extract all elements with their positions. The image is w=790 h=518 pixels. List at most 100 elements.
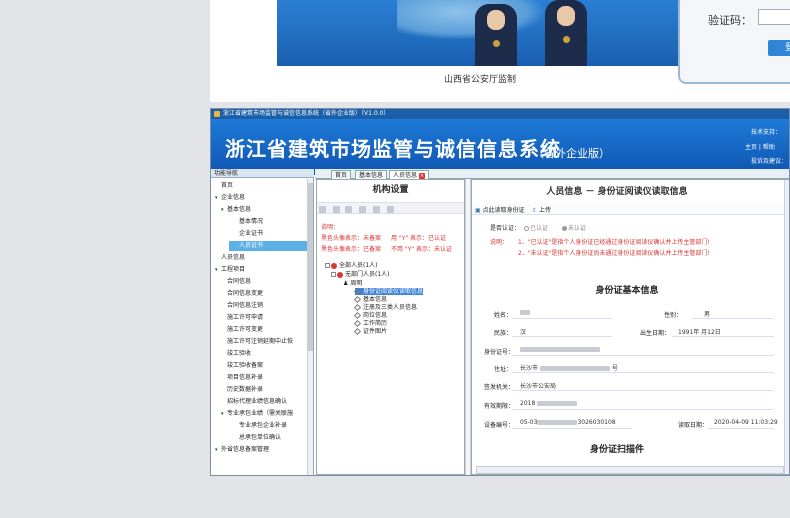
map-graphic	[397, 0, 547, 40]
header-links[interactable]: 主页 | 帮助	[745, 142, 775, 151]
node-icon	[353, 319, 362, 328]
supervisor-caption: 山西省公安厅监制	[443, 75, 516, 85]
radio-checked-icon	[562, 226, 567, 231]
nav-item[interactable]: 企业证书	[239, 229, 263, 239]
nav-panel: 功能导航 首页 ▾ 企业信息 ▾ 基本信息基本情况企业证书人员证书人员信息 ▾ 工程项目合同…	[211, 169, 314, 475]
read-id-card-button[interactable]: ▣ 点此读取身份证	[475, 205, 525, 214]
issuer-label: 签发机关：	[484, 384, 515, 391]
upload-button[interactable]: ⇧ 上传	[532, 205, 551, 214]
police-banner-image	[277, 0, 680, 66]
nav-item[interactable]: 竣工验收	[227, 349, 251, 359]
auth-label: 是否认证：	[490, 225, 521, 232]
move-down-icon[interactable]	[359, 206, 366, 213]
nav-item[interactable]: 合同信息注销	[227, 301, 263, 311]
refresh-icon[interactable]	[387, 206, 394, 213]
nav-item[interactable]: ▾ 基本信息	[221, 205, 251, 215]
tab-personnel-info[interactable]: 人员信息 ×	[389, 170, 430, 179]
legend-unfiled: 黑色头像表示：未备案	[321, 235, 382, 242]
captcha-input[interactable]	[758, 9, 790, 25]
legend-verified: 用 "Y" 表示：已认证	[391, 235, 446, 242]
info-toolbar: ▣ 点此读取身份证 ⇧ 上传	[472, 202, 789, 215]
nav-item[interactable]: 施工许可注销延期中止恢	[227, 337, 293, 347]
node-icon	[353, 287, 362, 296]
tree-node[interactable]: 无部门人员(1人)	[331, 271, 390, 278]
note-line: 2、"未认证"是指个人身份证尚未通过身份证阅读仪确认并上传主管部门!	[518, 250, 710, 257]
person-icon: ♟	[343, 280, 349, 287]
ethnic-label: 民族：	[494, 330, 513, 337]
nav-item[interactable]: ▾ 外省信息备案管理	[215, 445, 269, 455]
nav-item[interactable]: ▾ 专业承包业绩（需关联施	[221, 409, 293, 419]
nav-item[interactable]: 历史数据补录	[227, 385, 263, 395]
login-box: 验证码： 登	[678, 0, 790, 84]
legend-filed: 黑色头像表示：已备案	[321, 246, 382, 253]
auth-option-unverified[interactable]: 未认证	[562, 223, 586, 232]
read-time-label: 读取日期：	[678, 422, 709, 429]
add-icon[interactable]	[319, 206, 326, 213]
police-officer-image	[475, 4, 517, 66]
expand-toggle-icon[interactable]	[331, 272, 336, 277]
nav-item[interactable]: 人员证书	[229, 241, 307, 251]
captcha-label: 验证码：	[708, 14, 752, 27]
nav-item[interactable]: 首页	[221, 181, 233, 191]
name-value	[520, 309, 530, 316]
nav-item[interactable]: 施工许可变更	[227, 325, 263, 335]
tree-node[interactable]: ♟ 周明	[343, 280, 362, 287]
expand-toggle-icon[interactable]	[325, 263, 330, 268]
window-title: 浙江省建筑市场监管与诚信信息系统（省外企业版）（V1.0.0）	[223, 110, 390, 117]
tree-node[interactable]: 证件图片	[353, 327, 387, 336]
system-name: 浙江省建筑市场监管与诚信信息系统	[225, 137, 561, 161]
card-reader-icon: ▣	[475, 207, 481, 214]
nav-item[interactable]: 项目信息补录	[227, 373, 263, 383]
nav-item[interactable]: 合同信息变更	[227, 289, 263, 299]
police-officer-image	[545, 0, 587, 66]
nav-item[interactable]: ▾ 企业信息	[215, 193, 245, 203]
app-icon	[214, 111, 220, 117]
legend-unverified: 不用 "Y" 表示：未认证	[391, 246, 452, 253]
group-icon	[337, 271, 343, 278]
app-window: 浙江省建筑市场监管与诚信信息系统（省外企业版）（V1.0.0） 浙江省建筑市场监…	[210, 108, 790, 476]
nav-item[interactable]: 合同信息	[227, 277, 251, 287]
nav-item[interactable]: 施工许可申请	[227, 313, 263, 323]
upload-icon: ⇧	[532, 207, 538, 214]
nav-item[interactable]: 竣工验收备案	[227, 361, 263, 371]
tree-node[interactable]: 注册及三类人员信息	[353, 303, 417, 312]
nav-item[interactable]: 基本情况	[239, 217, 263, 227]
device-value: 05-03 3026030108	[520, 419, 616, 426]
tree-node[interactable]: 全部人员(1人)	[325, 262, 378, 269]
tab-basic-info[interactable]: 基本信息	[355, 170, 388, 179]
node-icon	[353, 327, 362, 336]
move-up-icon[interactable]	[345, 206, 352, 213]
nav-item[interactable]: 招标代理业绩信息确认	[227, 397, 287, 407]
tree-node[interactable]: 工作简历	[353, 319, 387, 328]
node-icon	[353, 303, 362, 312]
valid-period-label: 有效期限：	[484, 403, 515, 410]
edit-icon[interactable]	[333, 206, 340, 213]
system-edition: （省外企业版）	[533, 147, 610, 160]
group-icon	[331, 262, 337, 269]
tab-home[interactable]: 首页	[331, 170, 352, 179]
org-panel-title: 机构设置	[372, 185, 409, 195]
delete-icon[interactable]	[373, 206, 380, 213]
tab-bar: 首页 基本信息 人员信息 ×	[315, 169, 789, 179]
tree-node[interactable]: 身份证阅读仪读取信息	[353, 287, 424, 296]
nav-item[interactable]: 人员信息	[221, 253, 245, 263]
scan-section-title: 身份证扫描件	[589, 445, 644, 455]
nav-item[interactable]: 总承包单位确认	[239, 433, 281, 443]
org-panel: 机构设置 说明： 黑色头像表示：未备案 用 "Y" 表示：已认证 黑色头像表示：…	[316, 179, 465, 475]
nav-title: 功能导航	[211, 169, 314, 178]
address-label: 住址：	[494, 366, 513, 373]
info-horizontal-scrollbar[interactable]	[476, 466, 784, 474]
window-titlebar: 浙江省建筑市场监管与诚信信息系统（省外企业版）（V1.0.0）	[211, 109, 789, 119]
node-icon	[353, 311, 362, 320]
address-value: 长沙市 号	[520, 365, 618, 372]
nav-item[interactable]: 专业承包企业补录	[239, 421, 287, 431]
auth-option-verified[interactable]: 已认证	[524, 223, 548, 232]
tree-node[interactable]: 基本信息	[353, 295, 387, 304]
nav-item[interactable]: ▾ 工程项目	[215, 265, 245, 275]
login-button[interactable]: 登	[768, 40, 790, 56]
nav-scroll-thumb[interactable]	[307, 183, 313, 351]
info-vertical-scrollbar[interactable]	[784, 180, 789, 474]
info-panel-title: 人员信息 － 身份证阅读仪读取信息	[546, 187, 688, 197]
complaint-text: 投诉及建议：	[751, 158, 788, 165]
tree-node[interactable]: 岗位信息	[353, 311, 387, 320]
